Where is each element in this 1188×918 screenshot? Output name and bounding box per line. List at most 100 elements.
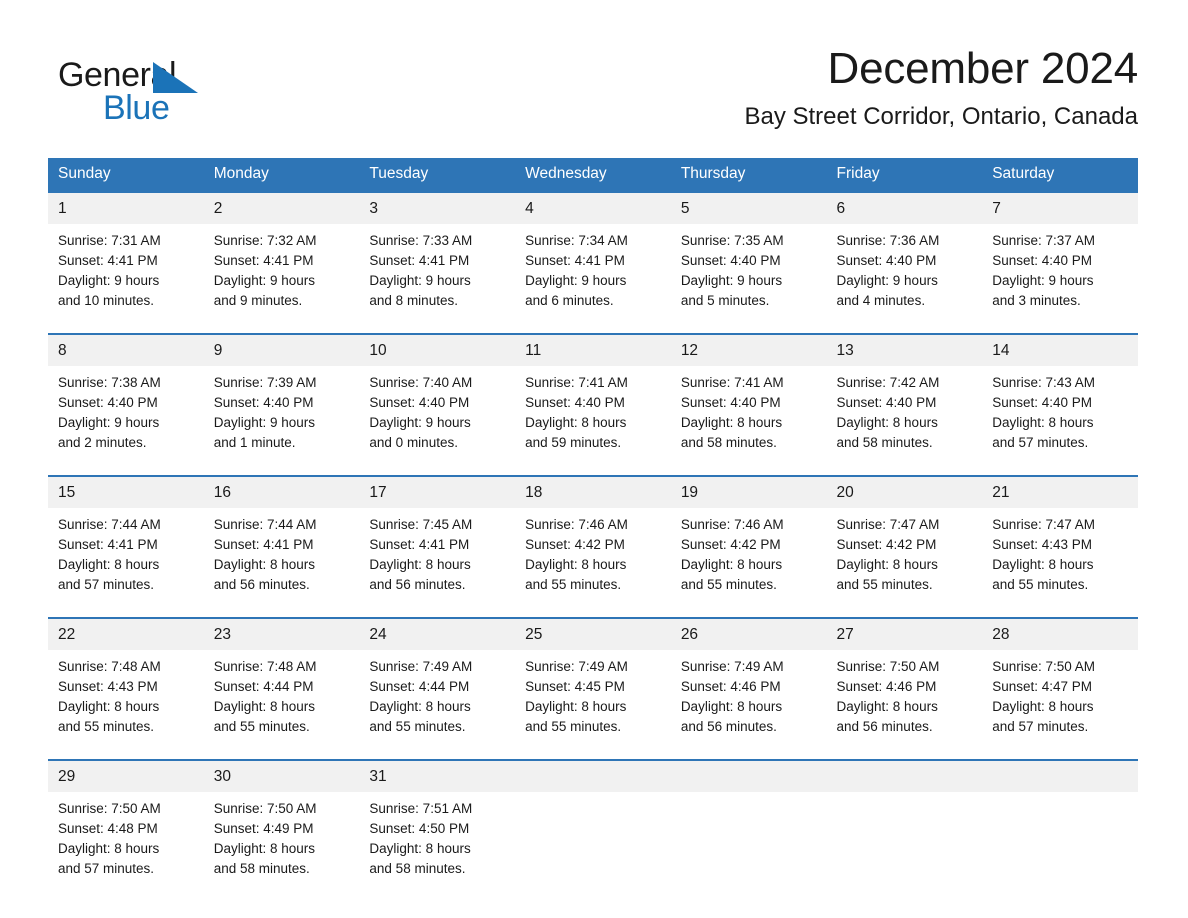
day-details: Sunrise: 7:50 AM Sunset: 4:48 PM Daylight:… [48,792,204,889]
calendar-day-cell[interactable]: 28 Sunrise: 7:50 AM Sunset: 4:47 PM Dayligh… [982,617,1138,747]
calendar-day-cell[interactable]: 2 Sunrise: 7:32 AM Sunset: 4:41 PM Daylight… [203,191,360,321]
daylight-text-line1: Daylight: 9 hours [58,273,160,288]
calendar-week-row: 8 Sunrise: 7:38 AM Sunset: 4:40 PM Daylight… [48,333,1138,463]
daylight-text-line2: and 58 minutes. [213,861,310,876]
day-details: Sunrise: 7:38 AM Sunset: 4:40 PM Daylight:… [48,366,204,463]
calendar-day-cell[interactable]: 10 Sunrise: 7:40 AM Sunset: 4:40 PM Dayligh… [359,333,516,463]
day-details: Sunrise: 7:31 AM Sunset: 4:41 PM Daylight:… [48,224,204,321]
sunset-text: Sunset: 4:48 PM [58,821,158,836]
daylight-text-line2: and 57 minutes. [992,719,1089,734]
sunset-text: Sunset: 4:40 PM [992,253,1093,268]
calendar-day-cell[interactable]: 25 Sunrise: 7:49 AM Sunset: 4:45 PM Dayligh… [515,617,671,747]
calendar-day-cell[interactable]: 27 Sunrise: 7:50 AM Sunset: 4:46 PM Dayligh… [826,617,983,747]
daylight-text-line1: Daylight: 9 hours [213,415,316,430]
calendar-day-cell[interactable]: 17 Sunrise: 7:45 AM Sunset: 4:41 PM Dayligh… [359,475,516,605]
calendar-day-cell[interactable]: 23 Sunrise: 7:48 AM Sunset: 4:44 PM Dayligh… [203,617,360,747]
day-number [982,761,1138,792]
daylight-text-line2: and 57 minutes. [992,435,1089,450]
day-details: Sunrise: 7:49 AM Sunset: 4:44 PM Daylight:… [359,650,515,747]
week-spacer-cell [670,463,827,476]
calendar-day-cell[interactable]: 29 Sunrise: 7:50 AM Sunset: 4:48 PM Dayligh… [48,759,204,889]
sunrise-text: Sunrise: 7:42 AM [836,375,940,390]
daylight-text-line1: Daylight: 9 hours [369,273,471,288]
calendar-day-cell[interactable]: 18 Sunrise: 7:46 AM Sunset: 4:42 PM Dayligh… [515,475,671,605]
day-number: 15 [48,477,204,508]
week-spacer-cell [826,463,983,476]
day-details: Sunrise: 7:47 AM Sunset: 4:42 PM Daylight:… [827,508,983,605]
calendar-day-cell[interactable]: 9 Sunrise: 7:39 AM Sunset: 4:40 PM Daylight… [203,333,360,463]
daylight-text-line1: Daylight: 8 hours [213,841,316,856]
calendar-day-cell[interactable]: 3 Sunrise: 7:33 AM Sunset: 4:41 PM Daylight… [359,191,516,321]
calendar-day-cell[interactable]: 31 Sunrise: 7:51 AM Sunset: 4:50 PM Dayligh… [359,759,516,889]
daylight-text-line2: and 56 minutes. [836,719,933,734]
day-details: Sunrise: 7:39 AM Sunset: 4:40 PM Daylight:… [204,366,360,463]
day-details: Sunrise: 7:50 AM Sunset: 4:46 PM Daylight:… [827,650,983,747]
calendar-day-cell[interactable]: 15 Sunrise: 7:44 AM Sunset: 4:41 PM Dayligh… [48,475,204,605]
sunrise-text: Sunrise: 7:47 AM [992,517,1096,532]
day-number [670,761,827,792]
daylight-text-line2: and 57 minutes. [58,861,155,876]
sunrise-text: Sunrise: 7:43 AM [992,375,1096,390]
calendar-header-row: Sunday Monday Tuesday Wednesday Thursday… [48,158,1138,192]
daylight-text-line2: and 2 minutes. [58,435,147,450]
daylight-text-line2: and 58 minutes. [680,435,777,450]
sunrise-text: Sunrise: 7:44 AM [213,517,317,532]
sunrise-text: Sunrise: 7:50 AM [992,659,1096,674]
calendar-day-cell[interactable]: 26 Sunrise: 7:49 AM Sunset: 4:46 PM Dayligh… [670,617,827,747]
week-spacer-cell [515,747,671,760]
calendar-day-cell[interactable]: 8 Sunrise: 7:38 AM Sunset: 4:40 PM Daylight… [48,333,204,463]
week-spacer [48,321,1138,334]
calendar-day-cell[interactable]: 21 Sunrise: 7:47 AM Sunset: 4:43 PM Dayligh… [982,475,1138,605]
calendar-day-cell[interactable]: 7 Sunrise: 7:37 AM Sunset: 4:40 PM Daylight… [982,191,1138,321]
calendar-day-cell[interactable]: 16 Sunrise: 7:44 AM Sunset: 4:41 PM Dayligh… [203,475,360,605]
calendar-day-cell[interactable]: 6 Sunrise: 7:36 AM Sunset: 4:40 PM Daylight… [826,191,983,321]
calendar-day-cell[interactable]: 19 Sunrise: 7:46 AM Sunset: 4:42 PM Dayligh… [670,475,827,605]
sunset-text: Sunset: 4:44 PM [213,679,314,694]
day-number: 18 [515,477,671,508]
week-spacer-cell [48,605,204,618]
calendar-day-cell[interactable]: 30 Sunrise: 7:50 AM Sunset: 4:49 PM Dayligh… [203,759,360,889]
sunrise-text: Sunrise: 7:39 AM [213,375,317,390]
calendar-day-cell[interactable]: 5 Sunrise: 7:35 AM Sunset: 4:40 PM Daylight… [670,191,827,321]
sunrise-text: Sunrise: 7:48 AM [58,659,161,674]
calendar-day-cell[interactable]: 11 Sunrise: 7:41 AM Sunset: 4:40 PM Dayligh… [515,333,671,463]
day-details: Sunrise: 7:42 AM Sunset: 4:40 PM Daylight:… [827,366,983,463]
day-details [671,792,827,882]
week-spacer-cell [670,747,827,760]
weekday-header-sunday: Sunday [48,158,204,192]
calendar-day-cell[interactable]: 1 Sunrise: 7:31 AM Sunset: 4:41 PM Daylight… [48,191,204,321]
day-details: Sunrise: 7:46 AM Sunset: 4:42 PM Daylight:… [515,508,671,605]
day-number: 12 [670,335,827,366]
day-details: Sunrise: 7:47 AM Sunset: 4:43 PM Daylight:… [982,508,1138,605]
daylight-text-line2: and 58 minutes. [836,435,933,450]
calendar-day-cell[interactable]: 4 Sunrise: 7:34 AM Sunset: 4:41 PM Daylight… [515,191,671,321]
daylight-text-line1: Daylight: 8 hours [58,699,160,714]
calendar-day-cell[interactable]: 14 Sunrise: 7:43 AM Sunset: 4:40 PM Dayligh… [982,333,1138,463]
sunset-text: Sunset: 4:42 PM [836,537,937,552]
day-details: Sunrise: 7:41 AM Sunset: 4:40 PM Daylight:… [515,366,671,463]
sunrise-text: Sunrise: 7:50 AM [836,659,940,674]
daylight-text-line2: and 55 minutes. [525,577,622,592]
calendar-day-cell[interactable]: 22 Sunrise: 7:48 AM Sunset: 4:43 PM Dayligh… [48,617,204,747]
sunset-text: Sunset: 4:46 PM [836,679,937,694]
day-details: Sunrise: 7:49 AM Sunset: 4:45 PM Daylight:… [515,650,671,747]
day-number: 22 [48,619,204,650]
day-details: Sunrise: 7:37 AM Sunset: 4:40 PM Daylight:… [982,224,1138,321]
daylight-text-line2: and 55 minutes. [213,719,310,734]
calendar-day-cell[interactable]: 12 Sunrise: 7:41 AM Sunset: 4:40 PM Dayligh… [670,333,827,463]
daylight-text-line1: Daylight: 8 hours [836,699,938,714]
day-number: 31 [359,761,516,792]
day-number [826,761,983,792]
daylight-text-line1: Daylight: 8 hours [213,557,316,572]
calendar-day-cell[interactable]: 20 Sunrise: 7:47 AM Sunset: 4:42 PM Dayligh… [826,475,983,605]
day-details: Sunrise: 7:36 AM Sunset: 4:40 PM Daylight:… [827,224,983,321]
calendar-day-cell-empty [515,759,671,889]
calendar-day-cell[interactable]: 13 Sunrise: 7:42 AM Sunset: 4:40 PM Dayligh… [826,333,983,463]
general-blue-logo[interactable]: General Blue [58,56,258,132]
calendar-body: 1 Sunrise: 7:31 AM Sunset: 4:41 PM Daylight… [48,191,1138,889]
week-spacer [48,463,1138,476]
calendar-day-cell[interactable]: 24 Sunrise: 7:49 AM Sunset: 4:44 PM Dayligh… [359,617,516,747]
week-spacer-cell [203,747,360,760]
day-details: Sunrise: 7:50 AM Sunset: 4:47 PM Daylight:… [982,650,1138,747]
sunset-text: Sunset: 4:40 PM [836,253,937,268]
